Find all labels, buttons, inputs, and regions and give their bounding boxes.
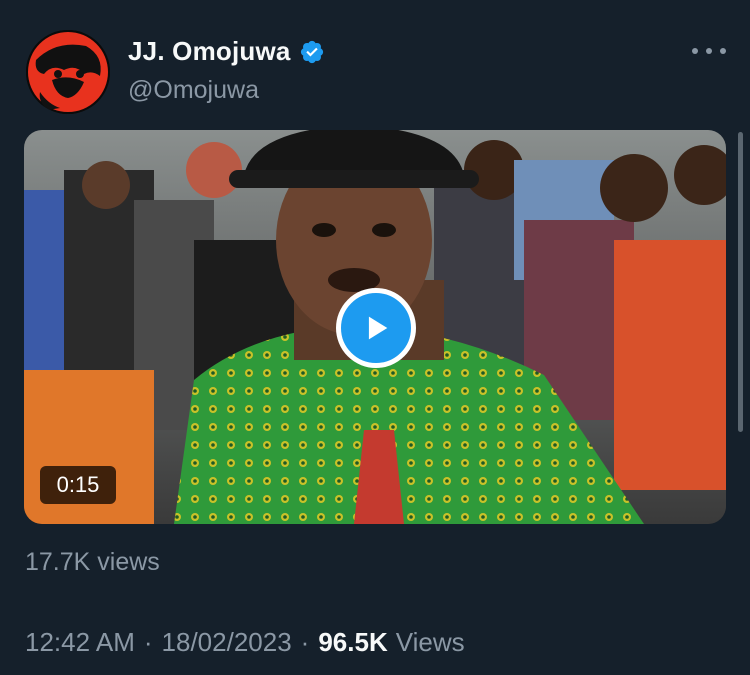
author-handle[interactable]: @Omojuwa: [128, 76, 259, 105]
play-button[interactable]: [336, 288, 416, 368]
avatar[interactable]: [26, 30, 110, 114]
play-icon: [368, 316, 388, 340]
menu-dot: [706, 48, 712, 54]
menu-dot: [692, 48, 698, 54]
verified-badge-icon: [300, 40, 323, 63]
author-name-row[interactable]: JJ. Omojuwa: [128, 36, 325, 67]
author-display-name[interactable]: JJ. Omojuwa: [128, 36, 291, 67]
meta-separator: ·: [143, 627, 153, 657]
video-duration-badge: 0:15: [40, 466, 116, 504]
tweet-metadata: 12:42 AM · 18/02/2023 · 96.5K Views: [25, 627, 465, 658]
scrollbar[interactable]: [738, 132, 743, 432]
meta-separator: ·: [300, 627, 310, 657]
tweet-date[interactable]: 18/02/2023: [162, 627, 292, 658]
video-player[interactable]: [24, 130, 726, 524]
menu-dot: [720, 48, 726, 54]
tweet-time[interactable]: 12:42 AM: [25, 627, 135, 658]
avatar-image: [26, 30, 110, 114]
video-view-count: 17.7K views: [25, 548, 160, 576]
tweet-views-count[interactable]: 96.5K: [318, 627, 387, 658]
tweet-views-label[interactable]: Views: [396, 627, 465, 658]
more-horizontal-icon[interactable]: [692, 38, 726, 64]
